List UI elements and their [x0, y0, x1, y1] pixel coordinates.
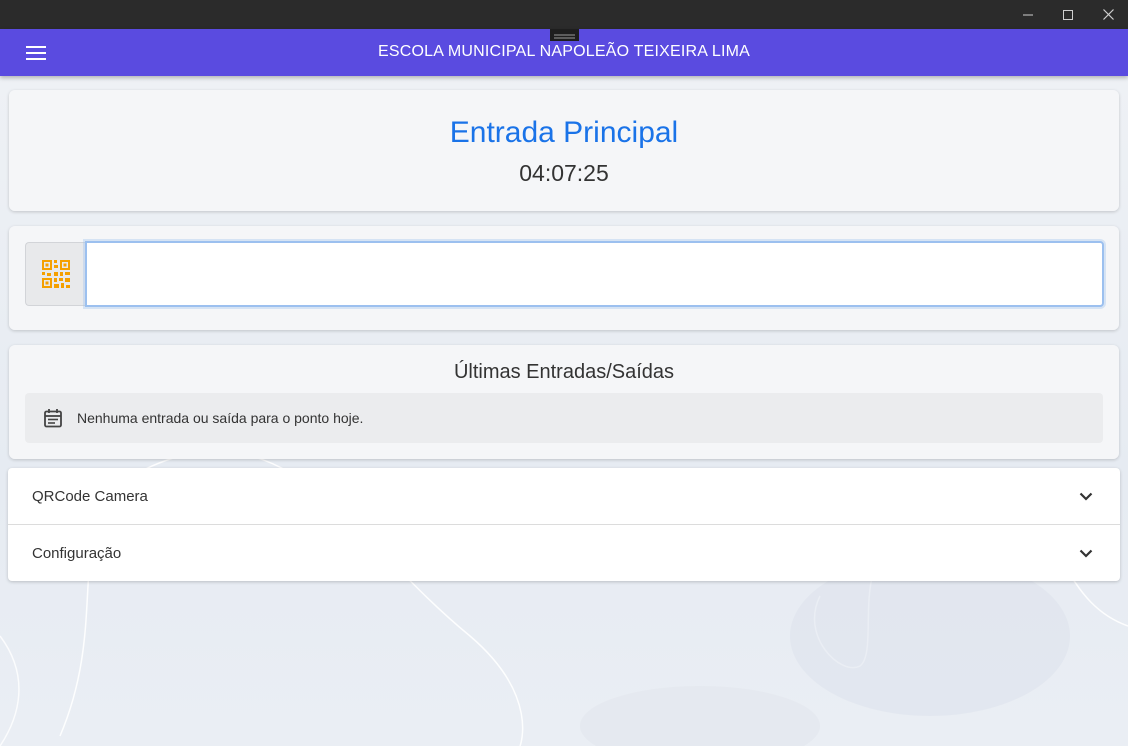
close-button[interactable]: [1088, 0, 1128, 29]
empty-state-message: Nenhuma entrada ou saída para o ponto ho…: [77, 410, 364, 426]
accordion-label: QRCode Camera: [32, 487, 148, 505]
calendar-icon: [44, 409, 62, 428]
qrcode-addon: [25, 242, 85, 306]
qrcode-icon: [41, 260, 70, 288]
clock-display: 04:07:25: [519, 160, 609, 186]
accordion-item-configuracao[interactable]: Configuração: [8, 524, 1120, 581]
chevron-down-icon[interactable]: [1078, 545, 1094, 561]
settings-accordion: QRCode Camera Configuração: [8, 468, 1120, 581]
chevron-down-icon[interactable]: [1078, 488, 1094, 504]
accordion-item-qrcode-camera[interactable]: QRCode Camera: [8, 468, 1120, 524]
scan-card: [9, 226, 1119, 330]
window-drag-handle[interactable]: [550, 29, 579, 41]
qrcode-input[interactable]: [85, 241, 1104, 307]
minimize-button[interactable]: [1008, 0, 1048, 29]
recent-entries-card: Últimas Entradas/Saídas Nenhuma entrada …: [9, 345, 1119, 459]
location-card: Entrada Principal 04:07:25: [9, 90, 1119, 211]
window-titlebar: [0, 0, 1128, 29]
maximize-button[interactable]: [1048, 0, 1088, 29]
maximize-icon: [1063, 9, 1073, 20]
minimize-icon: [1023, 14, 1033, 15]
location-title: Entrada Principal: [449, 116, 679, 149]
recent-entries-title: Últimas Entradas/Saídas: [453, 361, 675, 383]
drag-handle-icon: [554, 34, 575, 39]
accordion-label: Configuração: [32, 544, 122, 562]
app-title: ESCOLA MUNICIPAL NAPOLEÃO TEIXEIRA LIMA: [377, 43, 751, 60]
empty-state: Nenhuma entrada ou saída para o ponto ho…: [25, 393, 1103, 443]
close-icon: [1102, 9, 1114, 20]
